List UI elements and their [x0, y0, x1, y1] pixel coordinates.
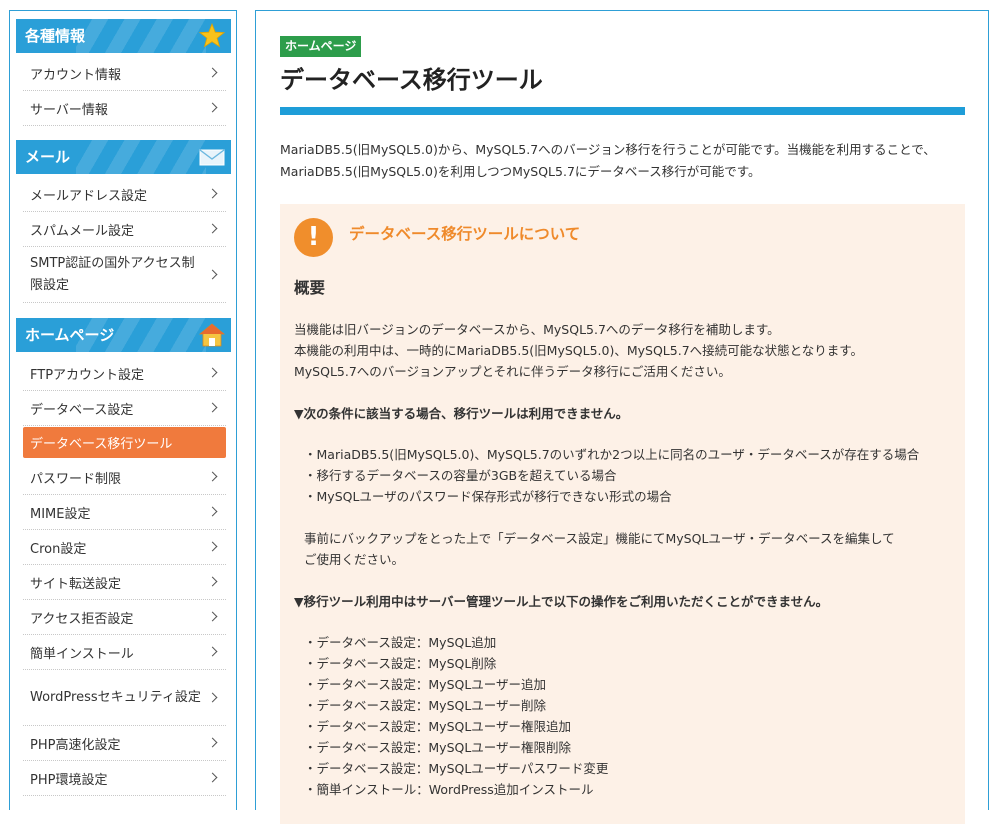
sidebar-item-easy-install[interactable]: 簡単インストール: [23, 635, 226, 670]
list-item: MariaDB5.5(旧MySQL5.0)、MySQL5.7のいずれか2つ以上に…: [304, 444, 964, 465]
sidebar-item-mime[interactable]: MIME設定: [23, 495, 226, 530]
list-item: データベース設定：MySQLユーザー権限追加: [304, 716, 964, 737]
chevron-right-icon: [207, 576, 218, 587]
sidebar-item-label: 簡単インストール: [30, 646, 134, 662]
sidebar-section-info-title: 各種情報: [25, 27, 86, 45]
sidebar-item-label: WordPressセキュリティ設定: [30, 689, 201, 705]
backup-note: 事前にバックアップをとった上で「データベース設定」機能にてMySQLユーザ・デー…: [304, 528, 964, 570]
operations-heading: ▼移行ツール利用中はサーバー管理ツール上で以下の操作をご利用いただくことができま…: [294, 594, 829, 609]
sidebar-item-label: MIME設定: [30, 506, 91, 522]
sidebar-item-label: サイト転送設定: [30, 576, 122, 592]
sidebar-item-label: PHP環境設定: [30, 772, 108, 788]
chevron-right-icon: [207, 471, 218, 482]
sidebar-item-mail-address[interactable]: メールアドレス設定: [23, 177, 226, 212]
conditions-heading: ▼次の条件に該当する場合、移行ツールは利用できません。: [294, 406, 629, 421]
sidebar-item-site-redirect[interactable]: サイト転送設定: [23, 565, 226, 600]
sidebar-item-label: SMTP認証の国外アクセス制限設定: [30, 255, 195, 293]
list-item: 移行するデータベースの容量が3GBを超えている場合: [304, 465, 964, 486]
title-underline: [280, 107, 965, 115]
conditions-list: MariaDB5.5(旧MySQL5.0)、MySQL5.7のいずれか2つ以上に…: [304, 444, 964, 507]
mail-icon: [199, 149, 225, 166]
chevron-right-icon: [207, 223, 218, 234]
exclamation-icon: !: [294, 218, 333, 257]
chevron-right-icon: [207, 646, 218, 657]
sidebar-item-label: アカウント情報: [30, 67, 122, 83]
sidebar-item-database-settings[interactable]: データベース設定: [23, 391, 226, 426]
sidebar-item-cron[interactable]: Cron設定: [23, 530, 226, 565]
sidebar-item-label: PHP高速化設定: [30, 737, 121, 753]
chevron-right-icon: [207, 367, 218, 378]
sidebar-item-access-deny[interactable]: アクセス拒否設定: [23, 600, 226, 635]
sidebar-item-wordpress-security[interactable]: WordPressセキュリティ設定: [23, 670, 226, 726]
sidebar-item-server-info[interactable]: サーバー情報: [23, 91, 226, 126]
sidebar-item-label: メールアドレス設定: [30, 188, 148, 204]
overview-line: MySQL5.7へのバージョンアップとそれに伴うデータ移行にご活用ください。: [294, 364, 731, 379]
sidebar-item-spam-mail[interactable]: スパムメール設定: [23, 212, 226, 247]
house-icon: [199, 323, 225, 347]
list-item: データベース設定：MySQLユーザー追加: [304, 674, 964, 695]
sidebar-item-database-migration-tool[interactable]: データベース移行ツール: [23, 427, 226, 458]
notice-subtitle: 概要: [294, 279, 326, 297]
sidebar-item-label: データベース設定: [30, 402, 134, 418]
sidebar-section-mail-header: メール: [16, 140, 231, 174]
chevron-right-icon: [207, 692, 218, 702]
sidebar-section-info-header: 各種情報: [16, 19, 231, 53]
sidebar-item-smtp-restriction[interactable]: SMTP認証の国外アクセス制限設定: [23, 247, 226, 303]
overview-line: 当機能は旧バージョンのデータベースから、MySQL5.7へのデータ移行を補助しま…: [294, 322, 780, 337]
list-item: MySQLユーザのパスワード保存形式が移行できない形式の場合: [304, 486, 964, 507]
chevron-right-icon: [207, 506, 218, 517]
sidebar: 各種情報 アカウント情報 サーバー情報 メール メールアドレス設定 スパムメール…: [9, 10, 237, 810]
chevron-right-icon: [207, 102, 218, 113]
list-item: データベース設定：MySQLユーザー削除: [304, 695, 964, 716]
page-title: データベース移行ツール: [280, 66, 543, 94]
chevron-right-icon: [207, 541, 218, 552]
sidebar-item-label: パスワード制限: [30, 471, 122, 487]
sidebar-section-mail-title: メール: [25, 148, 71, 166]
sidebar-item-password-restriction[interactable]: パスワード制限: [23, 460, 226, 495]
list-item: データベース設定：MySQL追加: [304, 632, 964, 653]
overview-text: 当機能は旧バージョンのデータベースから、MySQL5.7へのデータ移行を補助しま…: [294, 319, 954, 382]
chevron-right-icon: [207, 269, 218, 279]
notice-title: データベース移行ツールについて: [349, 225, 581, 243]
operations-list: データベース設定：MySQL追加 データベース設定：MySQL削除 データベース…: [304, 632, 964, 800]
sidebar-item-php-environment[interactable]: PHP環境設定: [23, 761, 226, 796]
backup-note-line: 事前にバックアップをとった上で「データベース設定」機能にてMySQLユーザ・デー…: [304, 531, 895, 546]
chevron-right-icon: [207, 67, 218, 78]
sidebar-item-label: Cron設定: [30, 541, 87, 557]
notice-box: ! データベース移行ツールについて 概要 当機能は旧バージョンのデータベースから…: [280, 204, 965, 824]
category-badge: ホームページ: [280, 36, 362, 57]
chevron-right-icon: [207, 188, 218, 199]
sidebar-item-label: データベース移行ツール: [30, 437, 173, 452]
chevron-right-icon: [207, 402, 218, 413]
intro-text: MariaDB5.5(旧MySQL5.0)から、MySQL5.7へのバージョン移…: [280, 142, 936, 179]
sidebar-item-label: スパムメール設定: [30, 223, 135, 239]
sidebar-item-label: サーバー情報: [30, 102, 108, 118]
list-item: データベース設定：MySQLユーザー権限削除: [304, 737, 964, 758]
sidebar-item-ftp-account[interactable]: FTPアカウント設定: [23, 356, 226, 391]
chevron-right-icon: [207, 737, 218, 748]
list-item: データベース設定：MySQL削除: [304, 653, 964, 674]
overview-line: 本機能の利用中は、一時的にMariaDB5.5(旧MySQL5.0)、MySQL…: [294, 343, 864, 358]
sidebar-section-homepage-header: ホームページ: [16, 318, 231, 352]
sidebar-item-account-info[interactable]: アカウント情報: [23, 56, 226, 91]
star-icon: [199, 23, 225, 48]
chevron-right-icon: [207, 611, 218, 622]
backup-note-line: ご使用ください。: [304, 552, 405, 567]
chevron-right-icon: [207, 772, 218, 783]
sidebar-item-label: FTPアカウント設定: [30, 367, 145, 383]
list-item: データベース設定：MySQLユーザーパスワード変更: [304, 758, 964, 779]
sidebar-section-homepage-title: ホームページ: [25, 326, 115, 344]
main-content: ホームページ データベース移行ツール MariaDB5.5(旧MySQL5.0)…: [255, 10, 989, 824]
sidebar-item-label: アクセス拒否設定: [30, 611, 134, 627]
sidebar-item-php-acceleration[interactable]: PHP高速化設定: [23, 726, 226, 761]
